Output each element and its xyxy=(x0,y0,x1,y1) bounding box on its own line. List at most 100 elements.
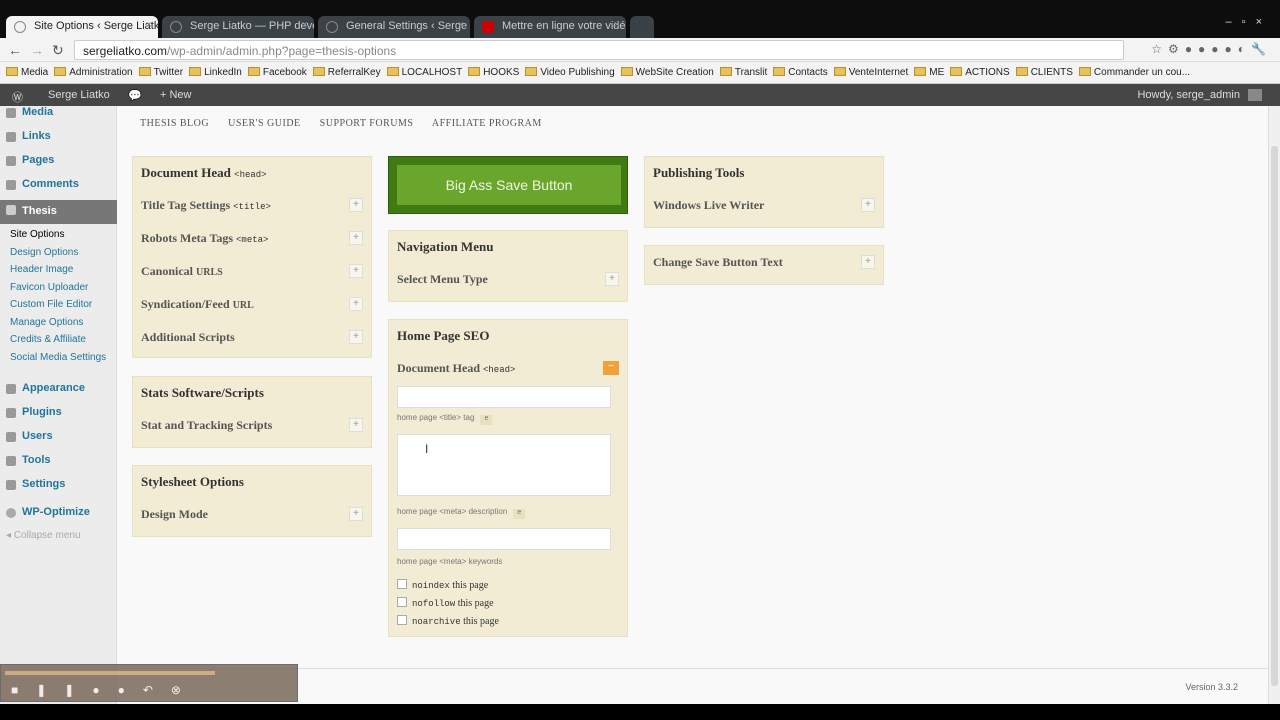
bookmark-item[interactable]: ReferralKey xyxy=(312,67,381,78)
submenu-manage-options[interactable]: Manage Options xyxy=(10,317,83,328)
reload-icon[interactable]: ↻ xyxy=(52,42,64,59)
tab-site-options[interactable]: Site Options ‹ Serge Liatko × xyxy=(6,16,158,38)
home-description-textarea[interactable] xyxy=(397,434,611,496)
noarchive-checkbox[interactable]: noarchive this page xyxy=(397,615,499,627)
close-icon[interactable]: × xyxy=(614,19,620,31)
bookmark-item[interactable]: VenteInternet xyxy=(833,67,908,78)
menu-wp-optimize[interactable]: WP-Optimize xyxy=(0,503,117,523)
bookmark-item[interactable]: Media xyxy=(6,67,48,78)
close-icon[interactable]: × xyxy=(302,19,308,31)
collapse-menu[interactable]: ◂ Collapse menu xyxy=(6,530,81,541)
title-tag-settings-row[interactable]: Title Tag Settings <title> xyxy=(141,198,271,213)
menu-pages[interactable]: Pages xyxy=(0,151,117,171)
link-thesis-blog[interactable]: THESIS BLOG xyxy=(140,118,209,129)
collapse-icon[interactable]: − xyxy=(603,361,619,375)
howdy-link[interactable]: Howdy, serge_admin xyxy=(1137,89,1240,101)
bookmark-item[interactable]: WebSite Creation xyxy=(620,67,714,78)
expand-icon[interactable]: + xyxy=(349,507,363,521)
menu-comments[interactable]: Comments xyxy=(0,175,117,195)
extension-icons[interactable]: ☆⚙●●●●◐🔧 xyxy=(1151,42,1272,56)
page-scrollbar[interactable] xyxy=(1268,106,1280,704)
tab-general-settings[interactable]: General Settings ‹ Serge Li × xyxy=(318,16,470,38)
expand-icon[interactable]: + xyxy=(861,198,875,212)
menu-plugins[interactable]: Plugins xyxy=(0,403,117,423)
new-content-link[interactable]: + New xyxy=(160,89,192,101)
folder-icon xyxy=(138,67,151,76)
window-controls[interactable]: –▫× xyxy=(1226,16,1272,28)
folder-icon xyxy=(189,67,202,76)
expand-icon[interactable]: + xyxy=(349,330,363,344)
bookmark-item[interactable]: HOOKS xyxy=(468,67,519,78)
menu-users[interactable]: Users xyxy=(0,427,117,447)
expand-icon[interactable]: + xyxy=(349,198,363,212)
expand-icon[interactable]: + xyxy=(349,418,363,432)
menu-settings[interactable]: Settings xyxy=(0,475,117,495)
stat-tracking-scripts-row[interactable]: Stat and Tracking Scripts xyxy=(141,418,272,433)
canonical-urls-row[interactable]: Canonical URLS xyxy=(141,264,223,279)
design-mode-row[interactable]: Design Mode xyxy=(141,507,208,522)
bookmark-item[interactable]: CLIENTS xyxy=(1015,67,1073,78)
home-document-head-row[interactable]: Document Head <head> xyxy=(397,361,515,376)
expand-icon[interactable]: + xyxy=(349,297,363,311)
home-keywords-input[interactable] xyxy=(397,528,611,550)
submenu-credits-affiliate[interactable]: Credits & Affiliate xyxy=(10,334,86,345)
site-name-link[interactable]: Serge Liatko xyxy=(48,89,110,101)
submenu-header-image[interactable]: Header Image xyxy=(10,264,73,275)
bookmark-item[interactable]: Facebook xyxy=(247,67,307,78)
submenu-design-options[interactable]: Design Options xyxy=(10,247,78,258)
comments-icon[interactable]: 💬 xyxy=(128,89,142,102)
checkbox[interactable] xyxy=(397,597,407,607)
tab-serge-liatko[interactable]: Serge Liatko — PHP develo × xyxy=(162,16,314,38)
edit-icon[interactable]: e xyxy=(480,415,493,425)
scroll-thumb[interactable] xyxy=(1271,146,1278,686)
bookmark-item[interactable]: Translit xyxy=(719,67,767,78)
noindex-checkbox[interactable]: noindex this page xyxy=(397,579,488,591)
forward-icon[interactable]: → xyxy=(30,42,44,58)
bookmark-item[interactable]: Administration xyxy=(54,67,133,78)
menu-tools[interactable]: Tools xyxy=(0,451,117,471)
link-users-guide[interactable]: USER'S GUIDE xyxy=(228,118,301,129)
avatar[interactable] xyxy=(1248,89,1262,101)
back-icon[interactable]: ← xyxy=(8,42,22,58)
menu-links[interactable]: Links xyxy=(0,127,117,147)
new-tab-button[interactable] xyxy=(630,16,654,38)
address-bar[interactable]: sergeliatko.com/wp-admin/admin.php?page=… xyxy=(74,40,1124,60)
submenu-favicon-uploader[interactable]: Favicon Uploader xyxy=(10,282,88,293)
nofollow-checkbox[interactable]: nofollow this page xyxy=(397,597,494,609)
link-affiliate-program[interactable]: AFFILIATE PROGRAM xyxy=(432,118,542,129)
checkbox[interactable] xyxy=(397,615,407,625)
robots-meta-tags-row[interactable]: Robots Meta Tags <meta> xyxy=(141,231,268,246)
big-save-button[interactable]: Big Ass Save Button xyxy=(397,165,621,205)
change-save-button-text-row[interactable]: Change Save Button Text xyxy=(653,255,783,270)
bookmark-item[interactable]: ACTIONS xyxy=(950,67,1010,78)
bookmark-item[interactable]: LOCALHOST xyxy=(386,67,462,78)
expand-icon[interactable]: + xyxy=(349,231,363,245)
close-icon[interactable]: × xyxy=(458,19,464,31)
bookmark-item[interactable]: Twitter xyxy=(138,67,183,78)
windows-live-writer-row[interactable]: Windows Live Writer xyxy=(653,198,764,213)
menu-media[interactable]: Media xyxy=(0,103,117,123)
syndication-feed-row[interactable]: Syndication/Feed URL xyxy=(141,297,254,312)
submenu-social-media-settings[interactable]: Social Media Settings xyxy=(10,352,106,363)
home-title-input[interactable] xyxy=(397,386,611,408)
submenu-custom-file-editor[interactable]: Custom File Editor xyxy=(10,299,92,310)
submenu-site-options[interactable]: Site Options xyxy=(10,229,64,240)
expand-icon[interactable]: + xyxy=(861,255,875,269)
menu-thesis[interactable]: Thesis xyxy=(0,200,117,224)
link-support-forums[interactable]: SUPPORT FORUMS xyxy=(320,118,414,129)
recorder-controls[interactable]: ■❚❚●●↶⊗ xyxy=(11,683,199,697)
menu-appearance[interactable]: Appearance xyxy=(0,379,117,399)
tab-youtube-upload[interactable]: Mettre en ligne votre vidéo × xyxy=(474,16,626,38)
close-icon[interactable]: × xyxy=(146,19,152,31)
expand-icon[interactable]: + xyxy=(349,264,363,278)
bookmark-item[interactable]: Video Publishing xyxy=(525,67,615,78)
select-menu-type-row[interactable]: Select Menu Type xyxy=(397,272,488,287)
checkbox[interactable] xyxy=(397,579,407,589)
bookmark-item[interactable]: LinkedIn xyxy=(189,67,242,78)
bookmark-item[interactable]: Commander un cou... xyxy=(1078,67,1190,78)
additional-scripts-row[interactable]: Additional Scripts xyxy=(141,330,235,345)
bookmark-item[interactable]: Contacts xyxy=(773,67,828,78)
bookmark-item[interactable]: ME xyxy=(914,67,944,78)
edit-icon[interactable]: e xyxy=(513,509,526,519)
expand-icon[interactable]: + xyxy=(605,272,619,286)
